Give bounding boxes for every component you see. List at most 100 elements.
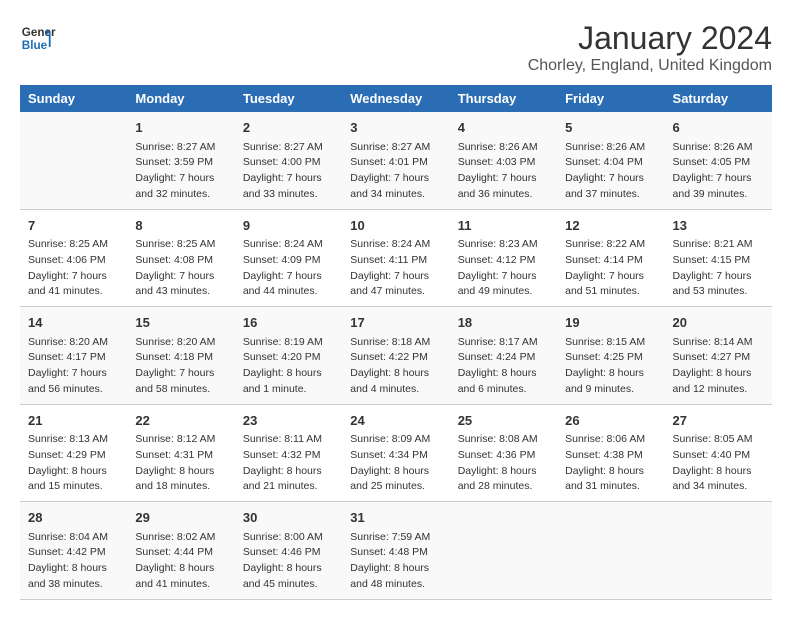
day-number: 6 [673, 118, 764, 138]
day-number: 8 [135, 216, 226, 236]
day-number: 22 [135, 411, 226, 431]
day-number: 14 [28, 313, 119, 333]
calendar-week-row: 1Sunrise: 8:27 AMSunset: 3:59 PMDaylight… [20, 112, 772, 209]
cell-info: Sunrise: 8:23 AMSunset: 4:12 PMDaylight:… [458, 237, 549, 300]
cell-info: Sunrise: 8:18 AMSunset: 4:22 PMDaylight:… [350, 335, 441, 398]
calendar-cell: 3Sunrise: 8:27 AMSunset: 4:01 PMDaylight… [342, 112, 449, 209]
cell-info: Sunrise: 8:24 AMSunset: 4:11 PMDaylight:… [350, 237, 441, 300]
day-number: 28 [28, 508, 119, 528]
day-number: 27 [673, 411, 764, 431]
cell-info: Sunrise: 8:15 AMSunset: 4:25 PMDaylight:… [565, 335, 656, 398]
cell-info: Sunrise: 8:25 AMSunset: 4:06 PMDaylight:… [28, 237, 119, 300]
day-number: 11 [458, 216, 549, 236]
cell-info: Sunrise: 8:26 AMSunset: 4:05 PMDaylight:… [673, 140, 764, 203]
calendar-cell: 22Sunrise: 8:12 AMSunset: 4:31 PMDayligh… [127, 404, 234, 502]
cell-info: Sunrise: 8:00 AMSunset: 4:46 PMDaylight:… [243, 530, 334, 593]
cell-info: Sunrise: 8:20 AMSunset: 4:18 PMDaylight:… [135, 335, 226, 398]
day-number: 5 [565, 118, 656, 138]
weekday-header: Tuesday [235, 85, 342, 112]
day-number: 31 [350, 508, 441, 528]
calendar-cell [20, 112, 127, 209]
cell-info: Sunrise: 8:26 AMSunset: 4:03 PMDaylight:… [458, 140, 549, 203]
cell-info: Sunrise: 8:17 AMSunset: 4:24 PMDaylight:… [458, 335, 549, 398]
cell-info: Sunrise: 8:27 AMSunset: 4:01 PMDaylight:… [350, 140, 441, 203]
day-number: 13 [673, 216, 764, 236]
calendar-cell: 27Sunrise: 8:05 AMSunset: 4:40 PMDayligh… [665, 404, 772, 502]
day-number: 17 [350, 313, 441, 333]
calendar-week-row: 14Sunrise: 8:20 AMSunset: 4:17 PMDayligh… [20, 307, 772, 405]
day-number: 23 [243, 411, 334, 431]
logo: General Blue [20, 20, 56, 56]
cell-info: Sunrise: 8:05 AMSunset: 4:40 PMDaylight:… [673, 432, 764, 495]
day-number: 3 [350, 118, 441, 138]
svg-text:Blue: Blue [22, 39, 48, 52]
cell-info: Sunrise: 8:27 AMSunset: 4:00 PMDaylight:… [243, 140, 334, 203]
calendar-cell: 30Sunrise: 8:00 AMSunset: 4:46 PMDayligh… [235, 502, 342, 600]
calendar-week-row: 21Sunrise: 8:13 AMSunset: 4:29 PMDayligh… [20, 404, 772, 502]
cell-info: Sunrise: 8:04 AMSunset: 4:42 PMDaylight:… [28, 530, 119, 593]
calendar-cell: 1Sunrise: 8:27 AMSunset: 3:59 PMDaylight… [127, 112, 234, 209]
cell-info: Sunrise: 8:08 AMSunset: 4:36 PMDaylight:… [458, 432, 549, 495]
weekday-header: Sunday [20, 85, 127, 112]
weekday-header-row: SundayMondayTuesdayWednesdayThursdayFrid… [20, 85, 772, 112]
calendar-cell: 15Sunrise: 8:20 AMSunset: 4:18 PMDayligh… [127, 307, 234, 405]
cell-info: Sunrise: 8:13 AMSunset: 4:29 PMDaylight:… [28, 432, 119, 495]
calendar-cell [665, 502, 772, 600]
day-number: 9 [243, 216, 334, 236]
calendar-week-row: 28Sunrise: 8:04 AMSunset: 4:42 PMDayligh… [20, 502, 772, 600]
calendar-cell: 10Sunrise: 8:24 AMSunset: 4:11 PMDayligh… [342, 209, 449, 307]
day-number: 30 [243, 508, 334, 528]
day-number: 18 [458, 313, 549, 333]
cell-info: Sunrise: 8:20 AMSunset: 4:17 PMDaylight:… [28, 335, 119, 398]
calendar-cell: 16Sunrise: 8:19 AMSunset: 4:20 PMDayligh… [235, 307, 342, 405]
cell-info: Sunrise: 7:59 AMSunset: 4:48 PMDaylight:… [350, 530, 441, 593]
calendar-cell: 26Sunrise: 8:06 AMSunset: 4:38 PMDayligh… [557, 404, 664, 502]
cell-info: Sunrise: 8:14 AMSunset: 4:27 PMDaylight:… [673, 335, 764, 398]
calendar-cell: 25Sunrise: 8:08 AMSunset: 4:36 PMDayligh… [450, 404, 557, 502]
calendar-cell: 28Sunrise: 8:04 AMSunset: 4:42 PMDayligh… [20, 502, 127, 600]
calendar-cell: 29Sunrise: 8:02 AMSunset: 4:44 PMDayligh… [127, 502, 234, 600]
calendar-cell [557, 502, 664, 600]
calendar-table: SundayMondayTuesdayWednesdayThursdayFrid… [20, 85, 772, 600]
calendar-cell: 18Sunrise: 8:17 AMSunset: 4:24 PMDayligh… [450, 307, 557, 405]
title-block: January 2024 Chorley, England, United Ki… [528, 20, 772, 75]
cell-info: Sunrise: 8:11 AMSunset: 4:32 PMDaylight:… [243, 432, 334, 495]
calendar-cell: 31Sunrise: 7:59 AMSunset: 4:48 PMDayligh… [342, 502, 449, 600]
day-number: 15 [135, 313, 226, 333]
calendar-cell: 8Sunrise: 8:25 AMSunset: 4:08 PMDaylight… [127, 209, 234, 307]
calendar-cell: 13Sunrise: 8:21 AMSunset: 4:15 PMDayligh… [665, 209, 772, 307]
cell-info: Sunrise: 8:26 AMSunset: 4:04 PMDaylight:… [565, 140, 656, 203]
day-number: 2 [243, 118, 334, 138]
page-header: General Blue January 2024 Chorley, Engla… [20, 20, 772, 75]
calendar-cell: 4Sunrise: 8:26 AMSunset: 4:03 PMDaylight… [450, 112, 557, 209]
calendar-cell: 20Sunrise: 8:14 AMSunset: 4:27 PMDayligh… [665, 307, 772, 405]
calendar-cell: 2Sunrise: 8:27 AMSunset: 4:00 PMDaylight… [235, 112, 342, 209]
day-number: 29 [135, 508, 226, 528]
calendar-cell: 14Sunrise: 8:20 AMSunset: 4:17 PMDayligh… [20, 307, 127, 405]
calendar-week-row: 7Sunrise: 8:25 AMSunset: 4:06 PMDaylight… [20, 209, 772, 307]
location: Chorley, England, United Kingdom [528, 57, 772, 75]
calendar-cell [450, 502, 557, 600]
calendar-cell: 11Sunrise: 8:23 AMSunset: 4:12 PMDayligh… [450, 209, 557, 307]
svg-text:General: General [22, 26, 56, 39]
day-number: 26 [565, 411, 656, 431]
day-number: 25 [458, 411, 549, 431]
cell-info: Sunrise: 8:21 AMSunset: 4:15 PMDaylight:… [673, 237, 764, 300]
cell-info: Sunrise: 8:25 AMSunset: 4:08 PMDaylight:… [135, 237, 226, 300]
weekday-header: Saturday [665, 85, 772, 112]
day-number: 21 [28, 411, 119, 431]
weekday-header: Thursday [450, 85, 557, 112]
day-number: 16 [243, 313, 334, 333]
day-number: 1 [135, 118, 226, 138]
weekday-header: Friday [557, 85, 664, 112]
calendar-cell: 7Sunrise: 8:25 AMSunset: 4:06 PMDaylight… [20, 209, 127, 307]
calendar-cell: 5Sunrise: 8:26 AMSunset: 4:04 PMDaylight… [557, 112, 664, 209]
calendar-cell: 6Sunrise: 8:26 AMSunset: 4:05 PMDaylight… [665, 112, 772, 209]
month-title: January 2024 [528, 20, 772, 57]
cell-info: Sunrise: 8:22 AMSunset: 4:14 PMDaylight:… [565, 237, 656, 300]
cell-info: Sunrise: 8:02 AMSunset: 4:44 PMDaylight:… [135, 530, 226, 593]
calendar-cell: 23Sunrise: 8:11 AMSunset: 4:32 PMDayligh… [235, 404, 342, 502]
cell-info: Sunrise: 8:12 AMSunset: 4:31 PMDaylight:… [135, 432, 226, 495]
weekday-header: Monday [127, 85, 234, 112]
calendar-cell: 21Sunrise: 8:13 AMSunset: 4:29 PMDayligh… [20, 404, 127, 502]
